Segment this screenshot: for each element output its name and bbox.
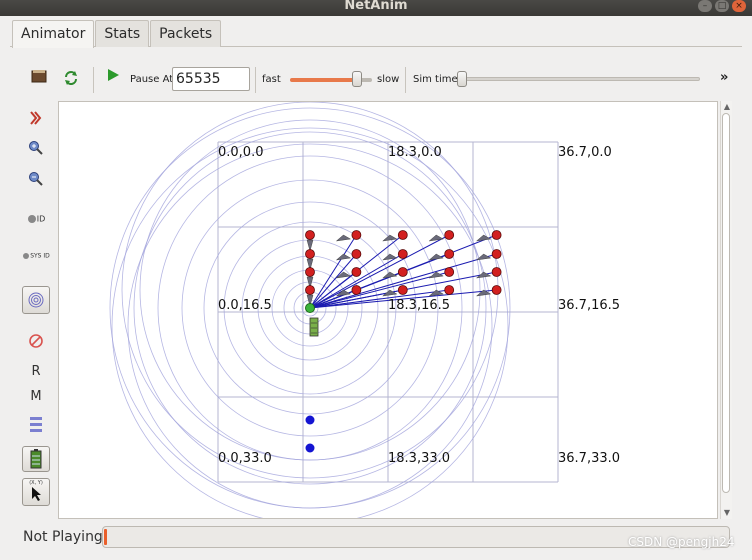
wifi-station-node bbox=[305, 285, 315, 295]
canvas-vertical-scrollbar[interactable]: ▲ ▼ bbox=[720, 101, 732, 519]
wifi-station-node bbox=[397, 230, 408, 240]
csma-node bbox=[305, 415, 315, 425]
csma-node bbox=[305, 443, 315, 453]
tab-animator[interactable]: Animator bbox=[12, 20, 95, 48]
access-point-node bbox=[305, 303, 315, 313]
wifi-station-node bbox=[351, 285, 362, 295]
slow-label: slow bbox=[377, 74, 400, 85]
cursor-position-label: (X, Y) bbox=[29, 480, 43, 486]
routing-button[interactable]: R bbox=[22, 364, 50, 388]
wifi-station-node bbox=[397, 285, 408, 295]
packet-arrow bbox=[335, 234, 352, 242]
grid-coordinate-label: 0.0,0.0 bbox=[218, 145, 264, 160]
toolbar-separator bbox=[255, 67, 256, 93]
wifi-station-node bbox=[397, 249, 408, 259]
grid-coordinate-label: 36.7,16.5 bbox=[558, 298, 621, 313]
title-bar: NetAnim – □ × bbox=[0, 0, 752, 16]
tab-packets[interactable]: Packets bbox=[150, 20, 222, 47]
wifi-station-node bbox=[397, 267, 408, 277]
grid-coordinate-label: 18.3,0.0 bbox=[388, 145, 442, 160]
grid-coordinate-label: 0.0,16.5 bbox=[218, 298, 272, 313]
watermark: CSDN @pengjh24 bbox=[628, 535, 735, 549]
no-packets-icon[interactable] bbox=[22, 333, 50, 357]
toolbar-separator bbox=[93, 67, 94, 93]
wifi-station-node bbox=[491, 267, 502, 277]
wifi-station-node bbox=[491, 249, 502, 259]
wireless-circles-icon[interactable] bbox=[22, 286, 50, 314]
pause-at-input[interactable]: 65535 bbox=[172, 67, 250, 91]
zoom-in-icon[interactable] bbox=[22, 140, 50, 164]
tab-bar: Animator Stats Packets bbox=[12, 20, 222, 48]
cursor-position-icon[interactable]: (X, Y) bbox=[22, 478, 50, 506]
show-sys-id-icon[interactable]: SYS ID bbox=[22, 252, 50, 276]
packet-arrow bbox=[335, 253, 352, 261]
toolbar-separator bbox=[405, 67, 406, 93]
reload-icon[interactable] bbox=[61, 69, 81, 89]
wifi-station-node bbox=[444, 249, 455, 259]
wifi-station-node bbox=[444, 285, 455, 295]
speed-slider-handle[interactable] bbox=[352, 71, 363, 87]
show-sys-id-label: SYS ID bbox=[30, 252, 50, 260]
open-file-icon[interactable] bbox=[29, 68, 49, 88]
wifi-station-node bbox=[305, 249, 315, 259]
overflow-button[interactable]: » bbox=[720, 70, 728, 85]
grid-coordinate-label: 0.0,33.0 bbox=[218, 451, 272, 466]
window-controls: – □ × bbox=[698, 0, 746, 12]
sim-time-label: Sim time bbox=[413, 74, 458, 85]
show-id-icon[interactable]: ID bbox=[22, 214, 50, 238]
packet-arrow bbox=[428, 253, 444, 261]
show-id-label: ID bbox=[36, 214, 46, 224]
animation-canvas[interactable]: 0.0,0.0 18.3,0.0 36.7,0.0 0.0,16.5 18.3,16.5… bbox=[58, 101, 718, 519]
playback-progress-fill bbox=[104, 529, 108, 545]
collapse-arrows-icon[interactable] bbox=[22, 110, 50, 134]
wifi-station-node bbox=[351, 249, 362, 259]
wifi-station-node bbox=[305, 230, 315, 240]
tab-stats[interactable]: Stats bbox=[95, 20, 150, 47]
sim-time-handle[interactable] bbox=[457, 71, 467, 87]
speed-slider-fill bbox=[290, 78, 358, 82]
grid-coordinate-label: 18.3,33.0 bbox=[388, 451, 451, 466]
grid-coordinate-label: 18.3,16.5 bbox=[388, 298, 451, 313]
wifi-station-node bbox=[491, 230, 502, 240]
maximize-button[interactable]: □ bbox=[715, 0, 729, 12]
scrollbar-thumb[interactable] bbox=[722, 113, 730, 493]
sim-time-track bbox=[460, 77, 700, 81]
packet-arrow bbox=[428, 234, 444, 242]
node-list-icon[interactable] bbox=[22, 416, 50, 440]
fast-label: fast bbox=[262, 74, 281, 85]
grid-coordinate-label: 36.7,0.0 bbox=[558, 145, 612, 160]
scroll-up-arrow[interactable]: ▲ bbox=[722, 102, 732, 112]
grid-coordinate-label: 36.7,33.0 bbox=[558, 451, 621, 466]
mobility-button[interactable]: M bbox=[22, 389, 50, 413]
window-title: NetAnim bbox=[344, 0, 408, 13]
close-button[interactable]: × bbox=[732, 0, 746, 12]
play-icon[interactable] bbox=[103, 67, 123, 87]
wifi-station-node bbox=[444, 267, 455, 277]
wifi-station-node bbox=[491, 285, 502, 295]
minimize-button[interactable]: – bbox=[698, 0, 712, 12]
wifi-station-node bbox=[305, 267, 315, 277]
zoom-out-icon[interactable] bbox=[22, 171, 50, 195]
wifi-station-node bbox=[444, 230, 455, 240]
netanim-window: NetAnim – □ × Animator Stats Packets Pau… bbox=[0, 0, 752, 560]
packet-arrow bbox=[381, 234, 398, 242]
battery-icon[interactable] bbox=[22, 446, 50, 472]
playback-status: Not Playing bbox=[23, 529, 103, 545]
wifi-station-node bbox=[351, 230, 362, 240]
packet-arrow bbox=[381, 271, 398, 279]
pause-at-label: Pause At bbox=[130, 74, 174, 85]
wifi-station-node bbox=[351, 267, 362, 277]
scroll-down-arrow[interactable]: ▼ bbox=[722, 508, 732, 518]
